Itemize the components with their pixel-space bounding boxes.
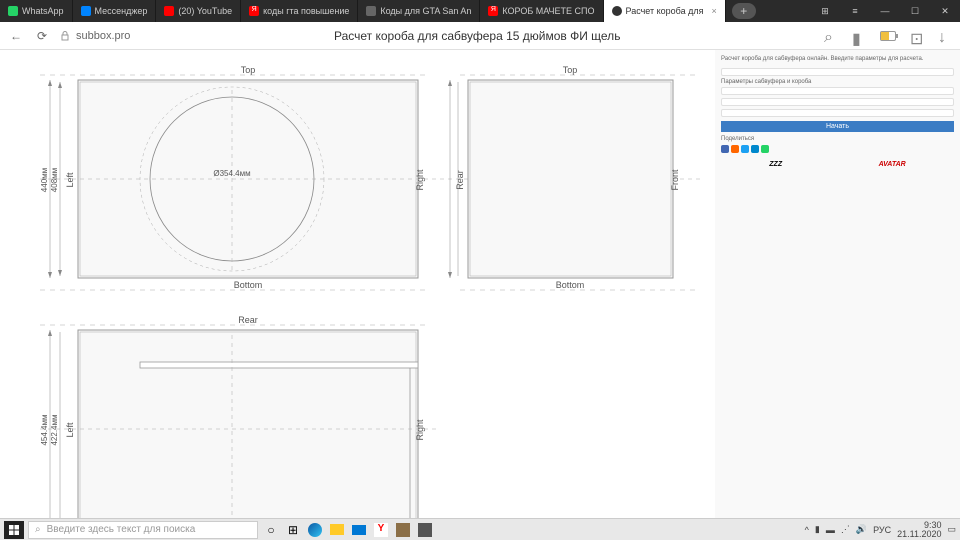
input-field[interactable]: [721, 109, 954, 117]
input-field[interactable]: [721, 87, 954, 95]
dim-inner-height: 408мм: [50, 168, 59, 192]
label-front: Front: [670, 169, 680, 191]
sidebar-panel: Расчет короба для сабвуфера онлайн. Введ…: [715, 50, 960, 518]
tab-label: WhatsApp: [22, 6, 64, 16]
tab-label: КОРОБ МАЧЕТЕ СПО: [502, 6, 594, 16]
dim-inner-height: 422.4мм: [50, 414, 59, 445]
app-icon[interactable]: [394, 521, 412, 539]
dim-height: 454.4мм: [40, 414, 49, 445]
brand-2: AVATAR: [879, 161, 906, 168]
tab-label: (20) YouTube: [178, 6, 232, 16]
tab-subbox-active[interactable]: Расчет короба для ×: [604, 0, 726, 22]
ok-icon[interactable]: [731, 145, 739, 153]
maximize-button[interactable]: ☐: [900, 0, 930, 22]
social-icons: [721, 145, 954, 153]
label-bottom: Bottom: [556, 280, 585, 290]
input-field[interactable]: [721, 68, 954, 76]
battery-tray-icon[interactable]: ▮: [815, 524, 820, 535]
tab-yandex-2[interactable]: ЯКОРОБ МАЧЕТЕ СПО: [480, 0, 603, 22]
network-icon[interactable]: ▬: [826, 525, 835, 535]
reload-button[interactable]: ⟳: [34, 28, 50, 44]
language-indicator[interactable]: РУС: [873, 525, 891, 535]
search-icon: ⌕: [35, 524, 41, 535]
sidebar-text: Параметры сабвуфера и короба: [721, 79, 954, 85]
tab-label: Мессенджер: [95, 6, 148, 16]
twitter-icon[interactable]: [741, 145, 749, 153]
explorer-icon[interactable]: [328, 521, 346, 539]
menu-icon[interactable]: ≡: [840, 0, 870, 22]
windows-taskbar: ⌕ Введите здесь текст для поиска ○ ⊞ Y ^…: [0, 518, 960, 540]
page-content: Top Bottom Left Right Ø354.4мм 440мм 408…: [0, 50, 960, 518]
label-right: Right: [415, 419, 425, 441]
app-icon-2[interactable]: [416, 521, 434, 539]
lock-icon: [60, 31, 70, 41]
browser-tab-bar: WhatsApp Мессенджер (20) YouTube Якоды г…: [0, 0, 960, 22]
label-top: Top: [563, 65, 578, 75]
label-left: Left: [65, 422, 75, 438]
vk-icon[interactable]: [721, 145, 729, 153]
technical-drawing[interactable]: Top Bottom Left Right Ø354.4мм 440мм 408…: [0, 50, 715, 518]
label-bottom: Bottom: [234, 280, 263, 290]
minimize-button[interactable]: —: [870, 0, 900, 22]
tab-whatsapp[interactable]: WhatsApp: [0, 0, 73, 22]
sidebar-text: Расчет короба для сабвуфера онлайн. Введ…: [721, 56, 954, 64]
bookmark-icon[interactable]: ▮: [852, 29, 866, 43]
close-icon[interactable]: ×: [712, 6, 717, 16]
tab-yandex-1[interactable]: Якоды гта повышение: [241, 0, 358, 22]
system-tray: ^ ▮ ▬ ⋰ 🔊 РУС 9:30 21.11.2020 ▭: [805, 521, 956, 539]
close-window-button[interactable]: ✕: [930, 0, 960, 22]
search-icon[interactable]: ⌕: [824, 29, 838, 43]
whatsapp-icon[interactable]: [761, 145, 769, 153]
tab-messenger[interactable]: Мессенджер: [73, 0, 157, 22]
address-bar: ← ⟳ subbox.pro Расчет короба для сабвуфе…: [0, 22, 960, 50]
tab-label: Коды для GTA San An: [380, 6, 471, 16]
date: 21.11.2020: [897, 530, 941, 539]
battery-icon: [880, 31, 896, 41]
dim-height: 440мм: [40, 168, 49, 192]
notification-icon[interactable]: ▭: [947, 524, 956, 535]
sidebar-text: Поделиться: [721, 136, 954, 142]
label-top: Top: [241, 65, 256, 75]
diameter-label: Ø354.4мм: [213, 169, 250, 178]
start-button[interactable]: [4, 521, 24, 539]
download-icon[interactable]: ↓: [938, 29, 952, 43]
search-placeholder: Введите здесь текст для поиска: [47, 524, 196, 535]
yandex-icon[interactable]: Y: [372, 521, 390, 539]
task-view-icon[interactable]: ⊞: [284, 521, 302, 539]
taskbar-search[interactable]: ⌕ Введите здесь текст для поиска: [28, 521, 258, 539]
label-rear: Rear: [238, 315, 258, 325]
extensions-icon[interactable]: ⊞: [810, 0, 840, 22]
tab-label: Расчет короба для: [626, 6, 704, 16]
new-tab-button[interactable]: +: [732, 3, 756, 19]
url-text: subbox.pro: [76, 30, 130, 42]
extensions-icon[interactable]: ⊡: [910, 29, 924, 43]
wifi-icon[interactable]: ⋰: [841, 524, 850, 535]
telegram-icon[interactable]: [751, 145, 759, 153]
calculate-button[interactable]: Начать: [721, 121, 954, 132]
edge-icon[interactable]: [306, 521, 324, 539]
clock[interactable]: 9:30 21.11.2020: [897, 521, 941, 539]
label-left: Left: [65, 172, 75, 188]
chevron-up-icon[interactable]: ^: [805, 525, 809, 535]
url-field[interactable]: subbox.pro: [60, 30, 130, 42]
page-title: Расчет короба для сабвуфера 15 дюймов ФИ…: [140, 29, 814, 43]
cortana-icon[interactable]: ○: [262, 521, 280, 539]
mail-icon[interactable]: [350, 521, 368, 539]
label-right: Right: [415, 169, 425, 191]
label-rear: Rear: [455, 170, 465, 190]
tab-gta-codes[interactable]: Коды для GTA San An: [358, 0, 480, 22]
volume-icon[interactable]: 🔊: [856, 524, 867, 535]
back-button[interactable]: ←: [8, 28, 24, 44]
tab-label: коды гта повышение: [263, 6, 349, 16]
input-field[interactable]: [721, 98, 954, 106]
windows-icon: [9, 525, 19, 535]
brand-1: ZZZ: [769, 161, 782, 168]
brand-logos: ZZZ AVATAR: [721, 161, 954, 168]
tab-youtube[interactable]: (20) YouTube: [156, 0, 241, 22]
